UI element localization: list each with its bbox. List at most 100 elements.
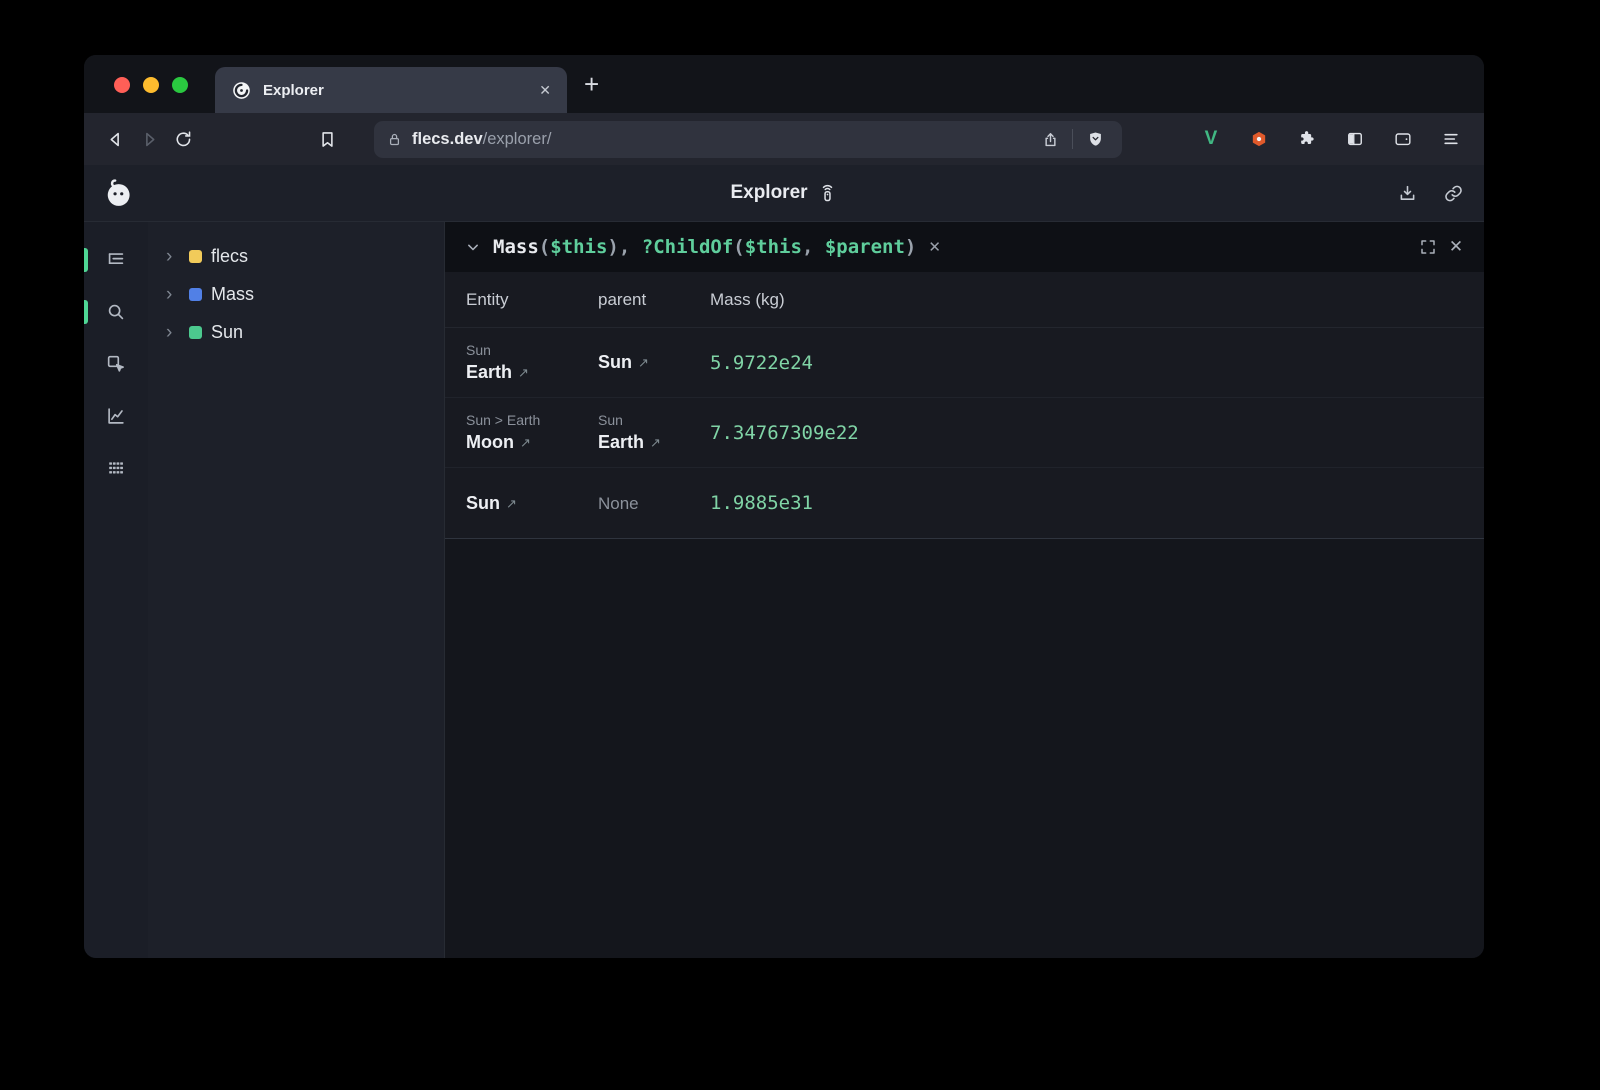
entity-name-line: None (598, 492, 702, 515)
tab-close-button[interactable]: ✕ (539, 82, 551, 99)
expand-fullscreen-icon[interactable] (1414, 233, 1442, 261)
entity-link[interactable]: Earth (598, 431, 644, 454)
browser-tab[interactable]: Explorer ✕ (215, 67, 567, 113)
mass-value: 5.9722e24 (710, 352, 1484, 374)
table-row: Sun ↗ None 1.9885e31 (445, 468, 1484, 538)
chevron-right-icon[interactable]: › (166, 285, 183, 304)
stats-panel-icon[interactable] (98, 398, 134, 434)
vue-devtools-icon[interactable]: V (1194, 122, 1228, 156)
collapse-chevron-icon[interactable] (459, 233, 487, 261)
window-controls (114, 77, 188, 93)
query-token: ( (539, 236, 550, 258)
table-body: SunEarth↗Sun↗5.9722e24Sun > EarthMoon↗Su… (445, 328, 1484, 538)
entity-link[interactable]: Sun (466, 492, 500, 515)
query-token: Mass (493, 236, 539, 258)
close-window-button[interactable] (114, 77, 130, 93)
entity-link[interactable]: Sun (598, 351, 632, 374)
page-title: Explorer (730, 182, 807, 204)
brave-shield-icon[interactable] (1080, 124, 1110, 154)
open-entity-arrow-icon: ↗ (650, 431, 661, 454)
entity-name-line: Sun ↗ (466, 492, 590, 515)
tree-item[interactable]: › flecs (148, 237, 444, 275)
url-text: flecs.dev/explorer/ (412, 130, 1035, 149)
entity-tree-panel: › flecs › Mass › Sun (148, 222, 444, 958)
lock-icon (386, 131, 403, 148)
open-entity-arrow-icon: ↗ (506, 492, 517, 515)
explorer-header: Explorer (84, 165, 1484, 222)
open-entity-arrow-icon: ↗ (520, 431, 531, 454)
memory-panel-icon[interactable] (98, 450, 134, 486)
mass-value: 1.9885e31 (710, 492, 1484, 514)
mass-value: 7.34767309e22 (710, 422, 1484, 444)
entity-color-swatch (189, 288, 202, 301)
table-row: Sun > EarthMoon↗SunEarth↗7.34767309e22 (445, 398, 1484, 468)
forward-button[interactable] (132, 122, 166, 156)
back-button[interactable] (98, 122, 132, 156)
entity-cell: Sun ↗ (466, 492, 598, 515)
bookmark-icon[interactable] (310, 122, 344, 156)
column-header-mass: Mass (kg) (710, 290, 1484, 310)
entity-link[interactable]: Earth (466, 361, 512, 384)
toolbar-divider (1072, 129, 1073, 149)
remote-connection-icon[interactable] (817, 183, 838, 204)
navigation-bar: flecs.dev/explorer/ V (84, 113, 1484, 165)
entity-name-line: Sun ↗ (598, 351, 702, 374)
column-header-entity: Entity (466, 290, 598, 310)
wallet-icon[interactable] (1386, 122, 1420, 156)
open-entity-arrow-icon: ↗ (638, 351, 649, 374)
address-bar[interactable]: flecs.dev/explorer/ (374, 121, 1122, 158)
entity-link[interactable]: Moon (466, 431, 514, 454)
close-query-panel-button[interactable]: ✕ (1442, 233, 1470, 261)
hexagon-extension-icon[interactable] (1242, 122, 1276, 156)
query-header: Mass($this), ?ChildOf($this, $parent) ✕ … (445, 222, 1484, 272)
tab-title: Explorer (263, 82, 539, 99)
chevron-right-icon[interactable]: › (166, 323, 183, 342)
extension-row: V (1194, 122, 1468, 156)
query-token: ) (905, 236, 916, 258)
active-panel-indicator (84, 248, 88, 272)
query-token: ( (733, 236, 744, 258)
browser-window: Explorer ✕ + flecs.dev/explorer/ (84, 55, 1484, 958)
parent-cell: Sun ↗ (598, 351, 710, 374)
minimize-window-button[interactable] (143, 77, 159, 93)
column-header-parent: parent (598, 290, 710, 310)
parent-cell: None (598, 492, 710, 515)
entity-path: Sun (598, 412, 702, 429)
tab-strip: Explorer ✕ + (84, 55, 1484, 113)
tree-item[interactable]: › Mass (148, 275, 444, 313)
share-icon[interactable] (1035, 124, 1065, 154)
tree-panel-icon[interactable] (98, 242, 134, 278)
tree-item-label: Sun (211, 322, 243, 343)
download-icon[interactable] (1394, 180, 1420, 206)
reload-button[interactable] (166, 122, 200, 156)
page-title-group: Explorer (84, 182, 1484, 204)
url-domain: flecs.dev (412, 130, 483, 148)
entity-none-text: None (598, 492, 639, 515)
menu-icon[interactable] (1434, 122, 1468, 156)
entity-path: Sun (466, 342, 590, 359)
extensions-puzzle-icon[interactable] (1290, 122, 1324, 156)
tree-item[interactable]: › Sun (148, 313, 444, 351)
query-token: , (802, 236, 825, 258)
icon-rail (84, 222, 148, 958)
inspector-panel-icon[interactable] (98, 346, 134, 382)
entity-color-swatch (189, 326, 202, 339)
zoom-window-button[interactable] (172, 77, 188, 93)
query-search-icon[interactable] (98, 294, 134, 330)
link-icon[interactable] (1440, 180, 1466, 206)
new-tab-button[interactable]: + (584, 71, 599, 97)
url-path: /explorer/ (483, 130, 552, 148)
tree-item-label: Mass (211, 284, 254, 305)
clear-query-button[interactable]: ✕ (928, 238, 941, 256)
sidebar-toggle-icon[interactable] (1338, 122, 1372, 156)
table-header-row: Entity parent Mass (kg) (445, 272, 1484, 328)
chevron-right-icon[interactable]: › (166, 247, 183, 266)
query-expression[interactable]: Mass($this), ?ChildOf($this, $parent) (493, 236, 916, 258)
query-token: ?ChildOf (642, 236, 734, 258)
entity-color-swatch (189, 250, 202, 263)
entity-name-line: Earth ↗ (598, 431, 702, 454)
entity-name-line: Moon ↗ (466, 431, 590, 454)
query-result-table: Entity parent Mass (kg) Sun Earth ↗ Sun ↗ 5.9… (445, 272, 1484, 539)
tree-item-label: flecs (211, 246, 248, 267)
query-token: ) (607, 236, 618, 258)
